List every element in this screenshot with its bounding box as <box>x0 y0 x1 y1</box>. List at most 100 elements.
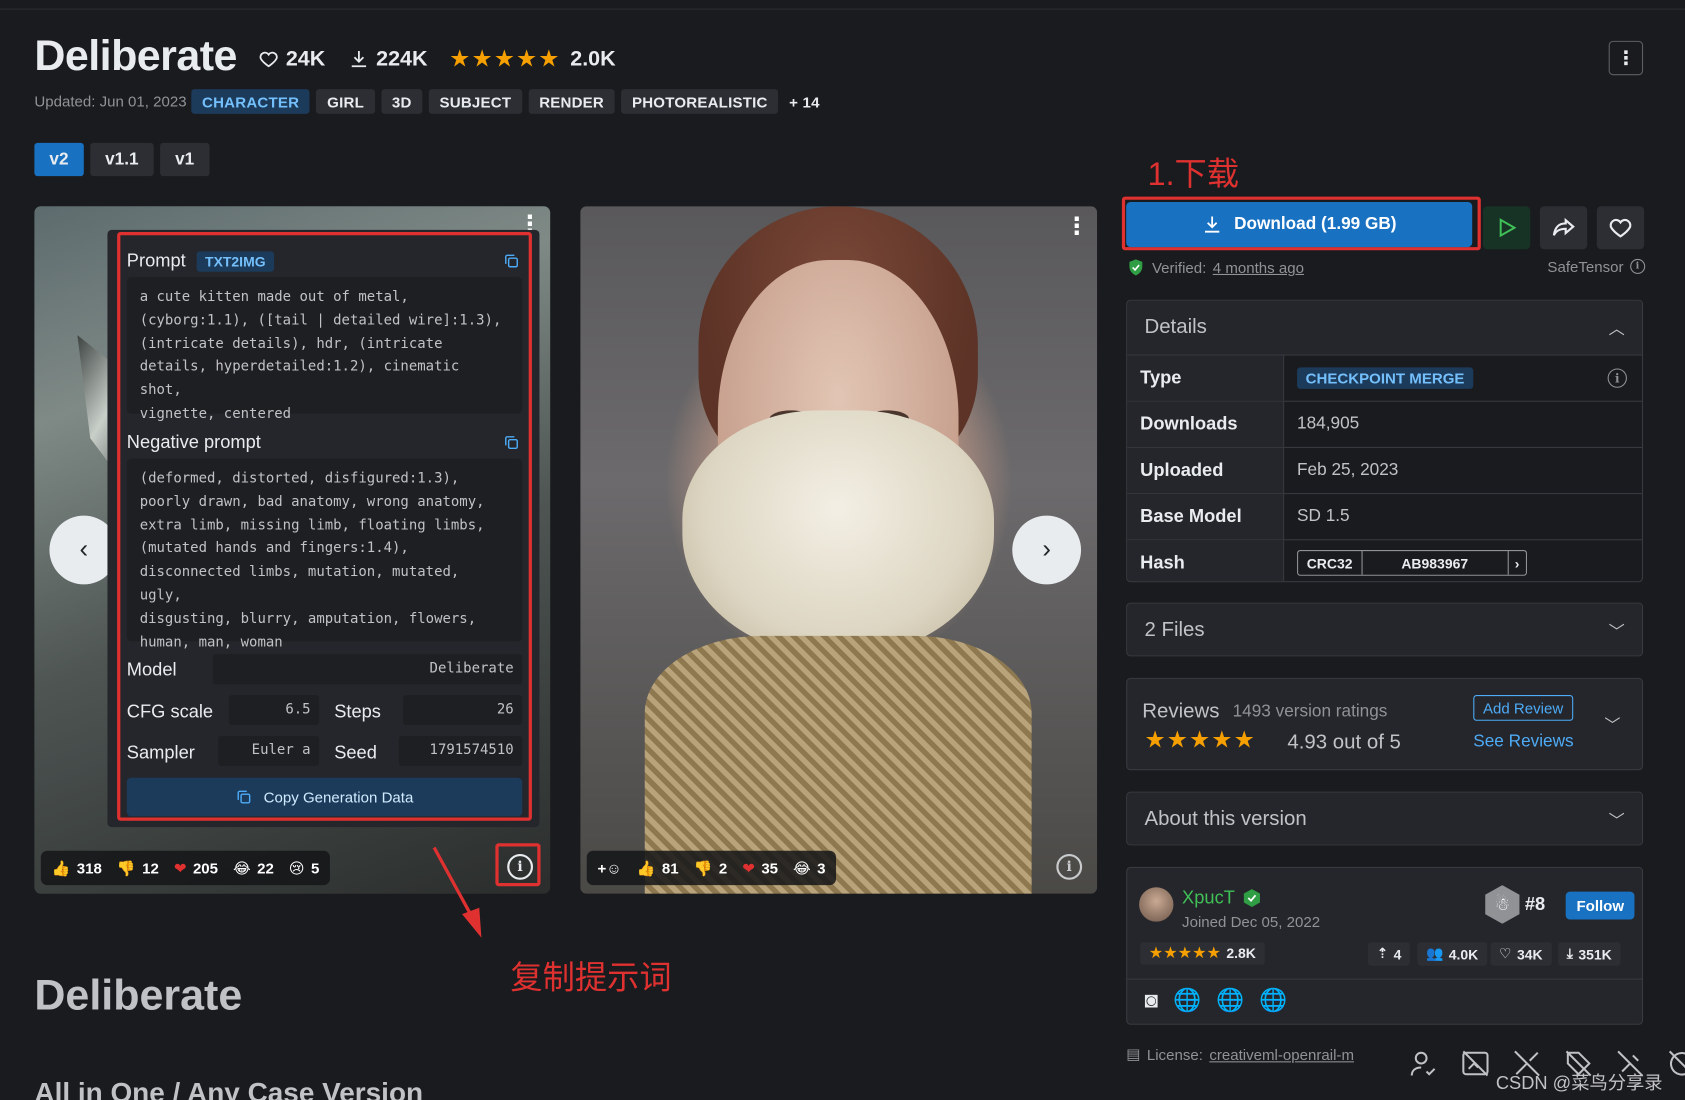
creator-name[interactable]: XpucT <box>1182 887 1235 908</box>
steps-value: 26 <box>402 695 523 726</box>
thumbs-up-reaction[interactable]: 👍 318 <box>52 859 102 877</box>
follow-button[interactable]: Follow <box>1565 891 1635 920</box>
thumbs-up-icon: 👍 <box>636 858 656 877</box>
copy-prompt-icon[interactable] <box>503 252 520 269</box>
verified-time-link[interactable]: 4 months ago <box>1213 259 1304 276</box>
details-title: Details <box>1144 315 1207 339</box>
shield-check-icon <box>1129 259 1143 276</box>
copy-generation-data-button[interactable]: Copy Generation Data <box>126 777 523 817</box>
thumbs-down-reaction[interactable]: 👎 2 <box>694 859 728 877</box>
details-row-uploaded: Uploaded Feb 25, 2023 <box>1127 446 1642 494</box>
about-version-header[interactable]: About this version ﹀ <box>1127 792 1642 845</box>
tag[interactable]: GIRL <box>316 89 375 114</box>
creator-downloads: ⤓ 351K <box>1558 942 1621 966</box>
globe-icon[interactable]: 🌐 <box>1216 988 1244 1014</box>
chevron-right-icon: › <box>1042 534 1051 564</box>
star-icon: ★ <box>471 45 493 72</box>
tag[interactable]: CHARACTER <box>191 89 310 114</box>
chevron-right-icon[interactable]: › <box>1508 551 1526 575</box>
hash-selector[interactable]: CRC32 AB983967 › <box>1297 549 1527 576</box>
details-value: CRC32 AB983967 › <box>1283 540 1642 582</box>
updated-date: Updated: Jun 01, 2023 <box>34 92 187 110</box>
cry-reaction[interactable]: 😢 5 <box>289 859 320 877</box>
version-tab-v1-1[interactable]: v1.1 <box>90 142 154 177</box>
tag[interactable]: RENDER <box>528 89 615 114</box>
watermark-text: CSDN @菜鸟分享录 <box>1495 1073 1663 1094</box>
tag[interactable]: PHOTOREALISTIC <box>621 89 779 114</box>
safetensor-info: SafeTensor i <box>1547 258 1646 275</box>
info-icon[interactable]: i <box>507 853 534 880</box>
favorite-button[interactable] <box>1596 206 1645 250</box>
creator-links: ◙ 🌐 🌐 🌐 <box>1144 988 1287 1014</box>
verified-label: Verified: <box>1151 258 1207 277</box>
reaction-count: 35 <box>761 858 779 877</box>
star-icon: ★ <box>516 45 538 72</box>
run-button[interactable] <box>1482 206 1531 250</box>
star-icon: ★ <box>493 45 515 72</box>
next-image-button[interactable]: › <box>1012 515 1082 585</box>
license-link[interactable]: creativeml-openrail-m <box>1209 1046 1354 1063</box>
user-check-icon <box>1410 1051 1436 1076</box>
download-icon <box>1205 216 1220 233</box>
info-icon[interactable]: i <box>1056 853 1083 880</box>
rank-badge-icon: ☃ <box>1485 885 1520 924</box>
seed-value: 1791574510 <box>398 735 523 766</box>
model-value: Deliberate <box>212 654 523 685</box>
laugh-reaction[interactable]: 😂 22 <box>233 859 274 877</box>
verified-status: Verified: 4 months ago <box>1126 258 1304 277</box>
heart-reaction[interactable]: ❤ 35 <box>742 859 778 877</box>
tag[interactable]: 3D <box>381 89 423 114</box>
likes-count: 34K <box>1516 945 1543 962</box>
laugh-reaction[interactable]: 😂 3 <box>793 859 825 877</box>
image-menu-icon[interactable]: ⋮ <box>1065 213 1089 241</box>
seed-label: Seed <box>334 742 377 763</box>
rating-stat[interactable]: ★ ★ ★ ★ ★ 2.0K <box>443 43 622 75</box>
tag-list: CHARACTER GIRL 3D SUBJECT RENDER PHOTORE… <box>191 89 824 114</box>
reviews-score: 4.93 out of 5 <box>1287 731 1401 755</box>
copy-negative-prompt-icon[interactable] <box>503 434 520 451</box>
uploads-count: 4 <box>1393 945 1402 962</box>
prompt-text: a cute kitten made out of metal, (cyborg… <box>126 277 523 422</box>
thumbs-down-reaction[interactable]: 👎 12 <box>117 859 159 877</box>
type-badge: CHECKPOINT MERGE <box>1297 367 1474 389</box>
tag[interactable]: SUBJECT <box>428 89 523 114</box>
more-tags-button[interactable]: + 14 <box>785 89 824 114</box>
thumbs-up-icon: 👍 <box>51 858 71 877</box>
version-tab-v1[interactable]: v1 <box>160 142 210 177</box>
about-version-panel[interactable]: About this version ﹀ <box>1126 791 1644 846</box>
cry-icon: 😢 <box>288 858 305 877</box>
reaction-count: 12 <box>142 858 159 877</box>
downloads-count: 351K <box>1578 945 1612 962</box>
avatar[interactable] <box>1139 887 1174 922</box>
chevron-down-icon[interactable]: ﹀ <box>1604 713 1620 736</box>
more-options-button[interactable]: ⋮ <box>1608 40 1644 76</box>
add-review-button[interactable]: Add Review <box>1473 695 1573 721</box>
globe-icon[interactable]: 🌐 <box>1259 988 1287 1014</box>
thumbs-down-icon: 👎 <box>693 858 713 877</box>
add-reaction-button[interactable]: +☺ <box>597 859 621 876</box>
files-panel[interactable]: 2 Files ﹀ <box>1126 602 1644 657</box>
creator-likes: ♡ 34K <box>1490 942 1552 966</box>
files-header[interactable]: 2 Files ﹀ <box>1127 603 1642 656</box>
see-reviews-link[interactable]: See Reviews <box>1473 733 1573 752</box>
image2-reactions: +☺ 👍 81 👎 2 ❤ 35 😂 3 <box>586 850 837 886</box>
thumbs-up-reaction[interactable]: 👍 81 <box>637 859 679 877</box>
discord-icon[interactable]: ◙ <box>1144 988 1158 1014</box>
likes-stat[interactable]: 24K <box>251 43 331 75</box>
prompt-mode-badge: TXT2IMG <box>196 250 275 272</box>
description-heading: Deliberate <box>34 972 243 1020</box>
details-header[interactable]: Details ︿ <box>1127 300 1642 355</box>
heart-icon: ❤ <box>173 858 187 877</box>
details-row-downloads: Downloads 184,905 <box>1127 400 1642 447</box>
description-subheading: All in One / Any Case Version <box>34 1076 424 1100</box>
version-tab-v2[interactable]: v2 <box>34 142 84 177</box>
globe-icon[interactable]: 🌐 <box>1173 988 1201 1014</box>
info-icon[interactable]: i <box>1607 368 1627 388</box>
share-button[interactable] <box>1539 206 1588 250</box>
heart-reaction[interactable]: ❤ 205 <box>174 859 218 877</box>
details-panel: Details ︿ Type CHECKPOINT MERGE i Downlo… <box>1126 299 1644 583</box>
likes-count: 24K <box>285 46 326 71</box>
info-icon[interactable]: i <box>1629 258 1646 274</box>
download-button[interactable]: Download (1.99 GB) <box>1126 201 1473 248</box>
chevron-down-icon: ﹀ <box>1608 811 1625 830</box>
